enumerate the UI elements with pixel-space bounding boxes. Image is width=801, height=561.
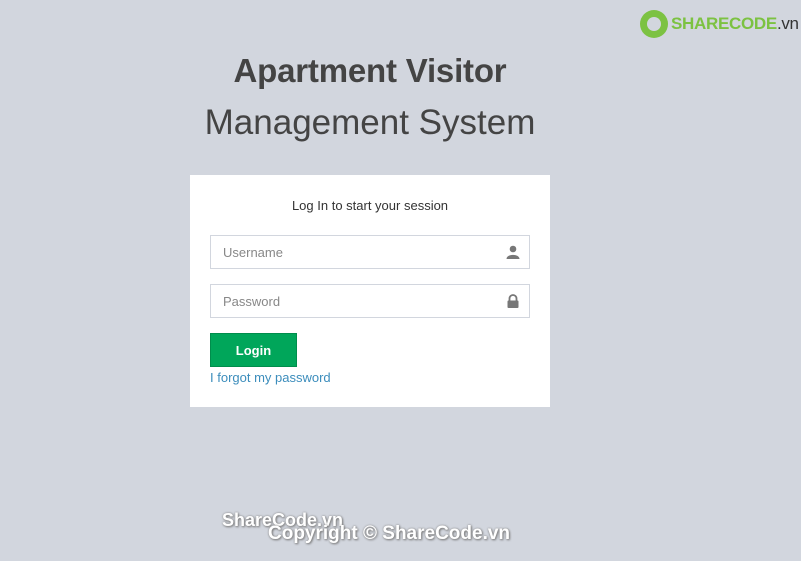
page-title: Apartment Visitor — [233, 52, 507, 89]
username-field — [210, 235, 530, 269]
password-field — [210, 284, 530, 318]
login-button[interactable]: Login — [210, 333, 297, 367]
username-input[interactable] — [211, 236, 491, 268]
password-input[interactable] — [211, 285, 491, 317]
sharecode-logo: SHARECODE.vn — [640, 8, 799, 40]
sharecode-logo-text: SHARECODE.vn — [671, 14, 799, 33]
login-box: Log In to start your session Login I for… — [190, 175, 550, 407]
lock-icon — [507, 294, 519, 308]
user-icon — [506, 245, 520, 259]
footer-copyright: Copyright © ShareCode.vn — [268, 523, 511, 544]
forgot-password-link[interactable]: I forgot my password — [210, 370, 331, 385]
page-subtitle: Management System — [204, 103, 536, 142]
login-box-message: Log In to start your session — [291, 198, 449, 213]
sharecode-seal-icon — [640, 10, 668, 38]
